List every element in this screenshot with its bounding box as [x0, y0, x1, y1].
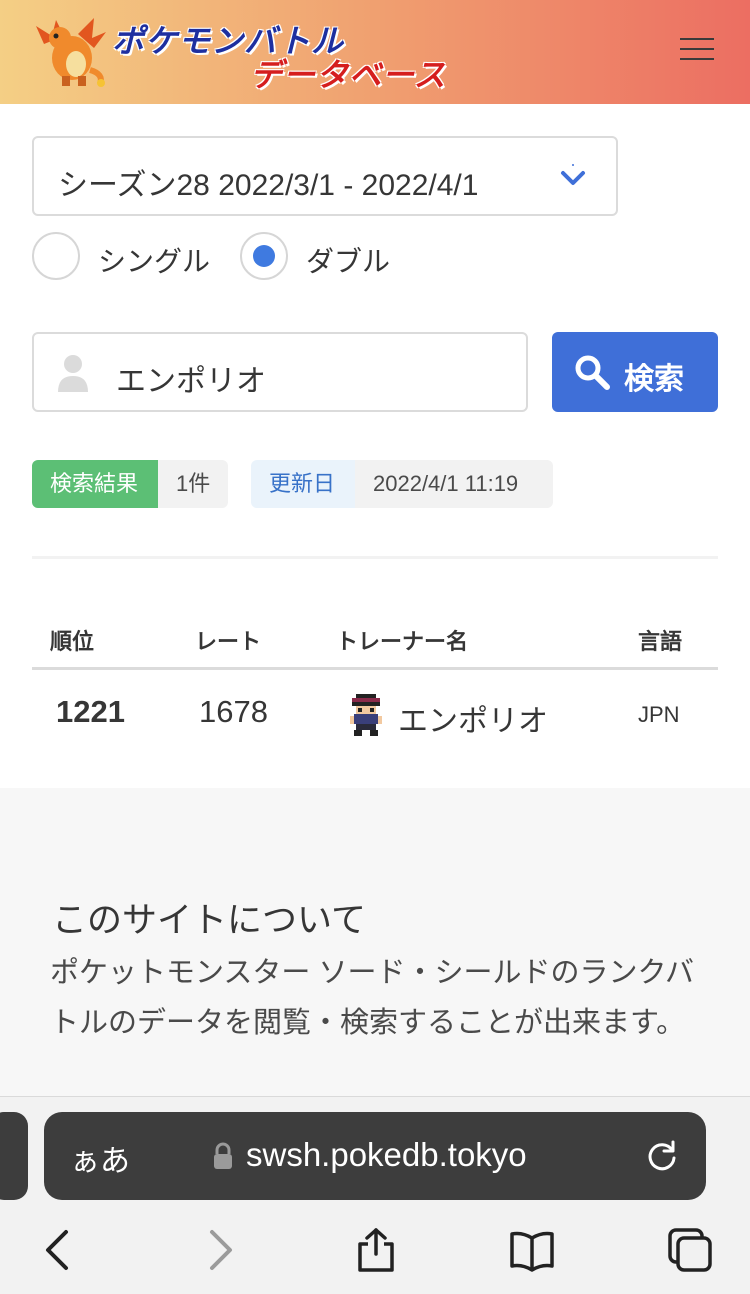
- site-header: ポケモンバトル データベース: [0, 0, 750, 104]
- share-icon[interactable]: [352, 1226, 400, 1274]
- table-row-trainer-link[interactable]: エンポリオ: [398, 696, 548, 740]
- radio-single-label: シングル: [98, 246, 211, 277]
- table-row-rank: 1221: [56, 694, 125, 729]
- about-title: このサイトについて: [52, 901, 366, 940]
- chevron-down-icon: [561, 164, 585, 185]
- search-button[interactable]: 検索: [552, 332, 718, 412]
- season-selected-value: シーズン28 2022/3/1 - 2022/4/1: [58, 169, 479, 202]
- radio-single-circle[interactable]: [32, 232, 80, 280]
- radio-double-label: ダブル: [306, 246, 391, 277]
- season-select[interactable]: シーズン28 2022/3/1 - 2022/4/1: [32, 136, 618, 216]
- updated-value-tag: 2022/4/1 11:19: [355, 460, 553, 508]
- search-input-value: エンポリオ: [116, 365, 266, 398]
- reload-icon[interactable]: [644, 1138, 680, 1174]
- trainer-avatar-icon: [350, 694, 382, 736]
- tabs-icon[interactable]: [666, 1226, 714, 1274]
- lock-icon: [214, 1142, 232, 1169]
- table-row-language: JPN: [638, 702, 680, 727]
- forward-icon[interactable]: [196, 1226, 244, 1274]
- radio-selected-dot: [253, 245, 275, 267]
- updated-label-tag: 更新日: [251, 460, 355, 508]
- user-icon: [58, 355, 88, 392]
- logo-title-line2: データベース: [250, 56, 447, 94]
- table-header-language: 言語: [638, 629, 683, 654]
- radio-double[interactable]: ダブル: [240, 232, 410, 282]
- charizard-logo-icon[interactable]: [34, 14, 108, 88]
- radio-double-circle[interactable]: [240, 232, 288, 280]
- radio-single[interactable]: シングル: [32, 232, 222, 282]
- back-icon[interactable]: [34, 1226, 82, 1274]
- table-header-rank: 順位: [50, 629, 95, 654]
- reader-settings-button[interactable]: ぁあ: [70, 1136, 130, 1180]
- result-count-label-tag: 検索結果: [32, 460, 158, 508]
- hamburger-icon[interactable]: [680, 38, 714, 64]
- about-description: ポケットモンスター ソード・シールドのランクバトルのデータを閲覧・検索することが…: [50, 957, 695, 1039]
- address-url[interactable]: swsh.pokedb.tokyo: [246, 1136, 527, 1174]
- table-header-divider: [32, 667, 718, 670]
- previous-tab-preview[interactable]: [0, 1112, 28, 1200]
- bookmarks-icon[interactable]: [508, 1226, 556, 1274]
- section-divider: [32, 556, 718, 559]
- site-logo[interactable]: ポケモンバトル データベース: [112, 16, 452, 94]
- table-row-rate: 1678: [199, 694, 268, 729]
- table-header-rate: レート: [195, 629, 262, 654]
- search-button-label: 検索: [624, 363, 684, 396]
- search-icon: [575, 355, 610, 390]
- trainer-search-input[interactable]: エンポリオ: [32, 332, 528, 412]
- result-count-value-tag: 1件: [158, 460, 228, 508]
- table-header-trainer: トレーナー名: [336, 629, 469, 654]
